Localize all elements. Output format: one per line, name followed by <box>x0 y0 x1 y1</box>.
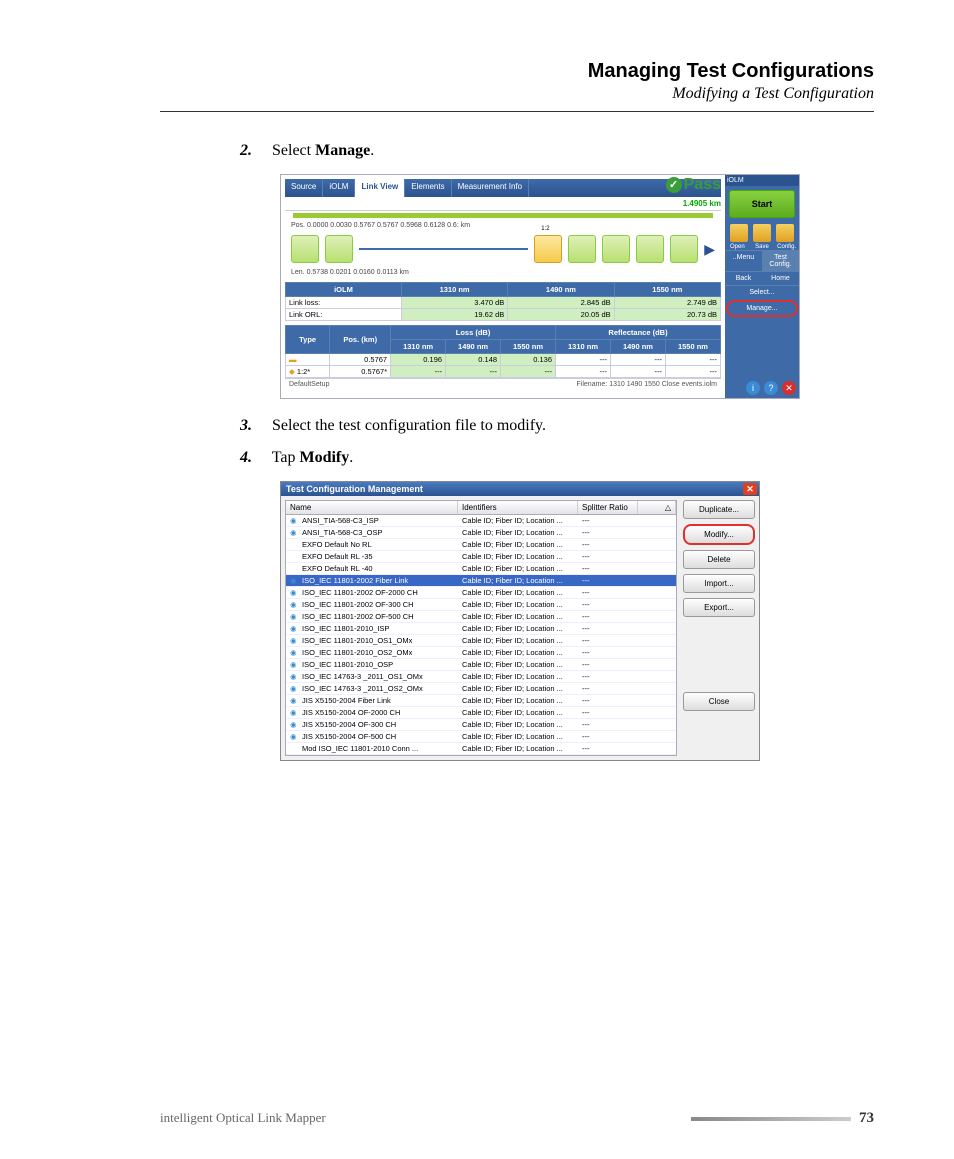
config-icon[interactable] <box>776 224 794 242</box>
page-footer: intelligent Optical Link Mapper 73 <box>160 1110 874 1127</box>
step-2-post: . <box>370 142 374 159</box>
list-item[interactable]: ◉ISO_IEC 11801-2010_OS2_OMxCable ID; Fib… <box>286 647 676 659</box>
fiber-segment <box>359 248 528 250</box>
import-button[interactable]: Import... <box>683 574 755 593</box>
table-row[interactable]: ◆ 1:2*0.5767*------------------ <box>286 366 721 378</box>
open-icon[interactable] <box>730 224 748 242</box>
screenshot-link-view: SourceiOLMLink ViewElementsMeasurement I… <box>280 174 800 399</box>
step-2: 2. Select Manage. <box>240 142 874 160</box>
page-number: 73 <box>859 1110 874 1126</box>
table-row[interactable]: ▬0.57670.1960.1480.136--------- <box>286 354 721 366</box>
step-4-post: . <box>349 449 353 466</box>
step-4: 4. Tap Modify. <box>240 449 874 467</box>
close-button[interactable]: Close <box>683 692 755 711</box>
manage-menu-item[interactable]: Manage... <box>726 300 798 317</box>
info-icon[interactable]: i <box>746 381 760 395</box>
list-item[interactable]: ◉ISO_IEC 11801-2010_OS1_OMxCable ID; Fib… <box>286 635 676 647</box>
pass-badge: ✓Pass <box>666 176 721 194</box>
step-4-pre: Tap <box>272 449 300 466</box>
step-3-number: 3. <box>240 417 268 435</box>
list-item[interactable]: EXFO Default No RLCable ID; Fiber ID; Lo… <box>286 539 676 551</box>
step-3-text: Select the test configuration file to mo… <box>272 417 546 434</box>
home-button[interactable]: Home <box>762 271 799 285</box>
position-row: Pos. 0.0000 0.0030 0.5767 0.5767 0.5968 … <box>285 220 721 231</box>
step-2-bold: Manage <box>315 142 370 159</box>
footer-product: intelligent Optical Link Mapper <box>160 1110 326 1125</box>
node-splitter[interactable]: 1:2 <box>534 235 562 263</box>
step-2-pre: Select <box>272 142 315 159</box>
header-divider <box>160 111 874 112</box>
help-icon[interactable]: ? <box>764 381 778 395</box>
step-4-bold: Modify <box>299 449 349 466</box>
testconfig-tab[interactable]: Test Config. <box>762 250 799 271</box>
select-menu-item[interactable]: Select... <box>725 285 799 299</box>
list-item[interactable]: ◉JIS X5150-2004 Fiber LinkCable ID; Fibe… <box>286 695 676 707</box>
list-item[interactable]: ◉ISO_IEC 14763-3 _2011_OS1_OMxCable ID; … <box>286 671 676 683</box>
list-item[interactable]: ◉ISO_IEC 14763-3 _2011_OS2_OMxCable ID; … <box>286 683 676 695</box>
list-item[interactable]: ◉ISO_IEC 11801-2002 OF-300 CHCable ID; F… <box>286 599 676 611</box>
duplicate-button[interactable]: Duplicate... <box>683 500 755 519</box>
step-3: 3. Select the test configuration file to… <box>240 417 874 435</box>
status-bar: DefaultSetup Filename: 1310 1490 1550 Cl… <box>285 378 721 390</box>
delete-button[interactable]: Delete <box>683 550 755 569</box>
iolm-summary-table: iOLM1310 nm1490 nm1550 nm Link loss:3.47… <box>285 282 721 321</box>
node-conn-3[interactable] <box>602 235 630 263</box>
start-button[interactable]: Start <box>729 190 795 218</box>
list-item[interactable]: ◉JIS X5150-2004 OF-2000 CHCable ID; Fibe… <box>286 707 676 719</box>
page-header-title: Managing Test Configurations <box>160 60 874 83</box>
export-button[interactable]: Export... <box>683 598 755 617</box>
check-icon: ✓ <box>666 177 682 193</box>
save-icon[interactable] <box>753 224 771 242</box>
config-list[interactable]: Name Identifiers Splitter Ratio △ ◉ANSI_… <box>285 500 677 756</box>
tab-measurement-info[interactable]: Measurement Info <box>452 179 529 197</box>
app-name: iOLM <box>725 175 799 186</box>
menu-tab[interactable]: ..Menu <box>725 250 762 271</box>
length-row: Len. 0.5738 0.0201 0.0160 0.0113 km <box>285 267 721 278</box>
step-2-number: 2. <box>240 142 268 160</box>
page-header-subtitle: Modifying a Test Configuration <box>160 85 874 103</box>
link-ruler <box>293 213 713 218</box>
list-item[interactable]: EXFO Default RL -40Cable ID; Fiber ID; L… <box>286 563 676 575</box>
node-conn-5[interactable] <box>670 235 698 263</box>
node-conn-1[interactable] <box>325 235 353 263</box>
node-conn-4[interactable] <box>636 235 664 263</box>
list-header: Name Identifiers Splitter Ratio △ <box>286 501 676 515</box>
list-item[interactable]: Mod ISO_IEC 11801-2010 Conn ...Cable ID;… <box>286 743 676 755</box>
tab-bar: SourceiOLMLink ViewElementsMeasurement I… <box>285 179 721 197</box>
list-item[interactable]: ◉ISO_IEC 11801-2010_ISPCable ID; Fiber I… <box>286 623 676 635</box>
tab-elements[interactable]: Elements <box>405 179 451 197</box>
screenshot-config-mgmt: Test Configuration Management ✕ Name Ide… <box>280 481 760 761</box>
node-start[interactable] <box>291 235 319 263</box>
list-item[interactable]: ◉ISO_IEC 11801-2002 OF-500 CHCable ID; F… <box>286 611 676 623</box>
close-icon[interactable]: ✕ <box>782 381 796 395</box>
tab-source[interactable]: Source <box>285 179 323 197</box>
list-item[interactable]: ◉ANSI_TIA-568-C3_OSPCable ID; Fiber ID; … <box>286 527 676 539</box>
list-item[interactable]: ◉JIS X5150-2004 OF-300 CHCable ID; Fiber… <box>286 719 676 731</box>
link-nodes: 1:2 ▶ <box>285 231 721 267</box>
back-button[interactable]: Back <box>725 271 762 285</box>
list-item[interactable]: ◉ANSI_TIA-568-C3_ISPCable ID; Fiber ID; … <box>286 515 676 527</box>
distance-readout: 1.4905 km <box>285 197 721 211</box>
dialog-close-icon[interactable]: ✕ <box>743 483 757 495</box>
dialog-buttons: Duplicate... Modify... Delete Import... … <box>677 500 755 756</box>
sidebar: iOLM Start OpenSaveConfig. ..MenuTest Co… <box>725 175 799 398</box>
scroll-right-icon[interactable]: ▶ <box>704 241 715 258</box>
tab-iolm[interactable]: iOLM <box>323 179 355 197</box>
list-item[interactable]: ◉JIS X5150-2004 OF-500 CHCable ID; Fiber… <box>286 731 676 743</box>
dialog-titlebar: Test Configuration Management ✕ <box>281 482 759 496</box>
node-conn-2[interactable] <box>568 235 596 263</box>
tab-link-view[interactable]: Link View <box>355 179 405 197</box>
list-item[interactable]: ◉ISO_IEC 11801-2010_OSPCable ID; Fiber I… <box>286 659 676 671</box>
step-4-number: 4. <box>240 449 268 467</box>
list-item[interactable]: EXFO Default RL -35Cable ID; Fiber ID; L… <box>286 551 676 563</box>
list-item[interactable]: ◉ISO_IEC 11801-2002 OF-2000 CHCable ID; … <box>286 587 676 599</box>
modify-button[interactable]: Modify... <box>683 524 755 545</box>
list-item[interactable]: ◉ISO_IEC 11801-2002 Fiber LinkCable ID; … <box>286 575 676 587</box>
events-table: Type Pos. (km) Loss (dB) Reflectance (dB… <box>285 325 721 378</box>
